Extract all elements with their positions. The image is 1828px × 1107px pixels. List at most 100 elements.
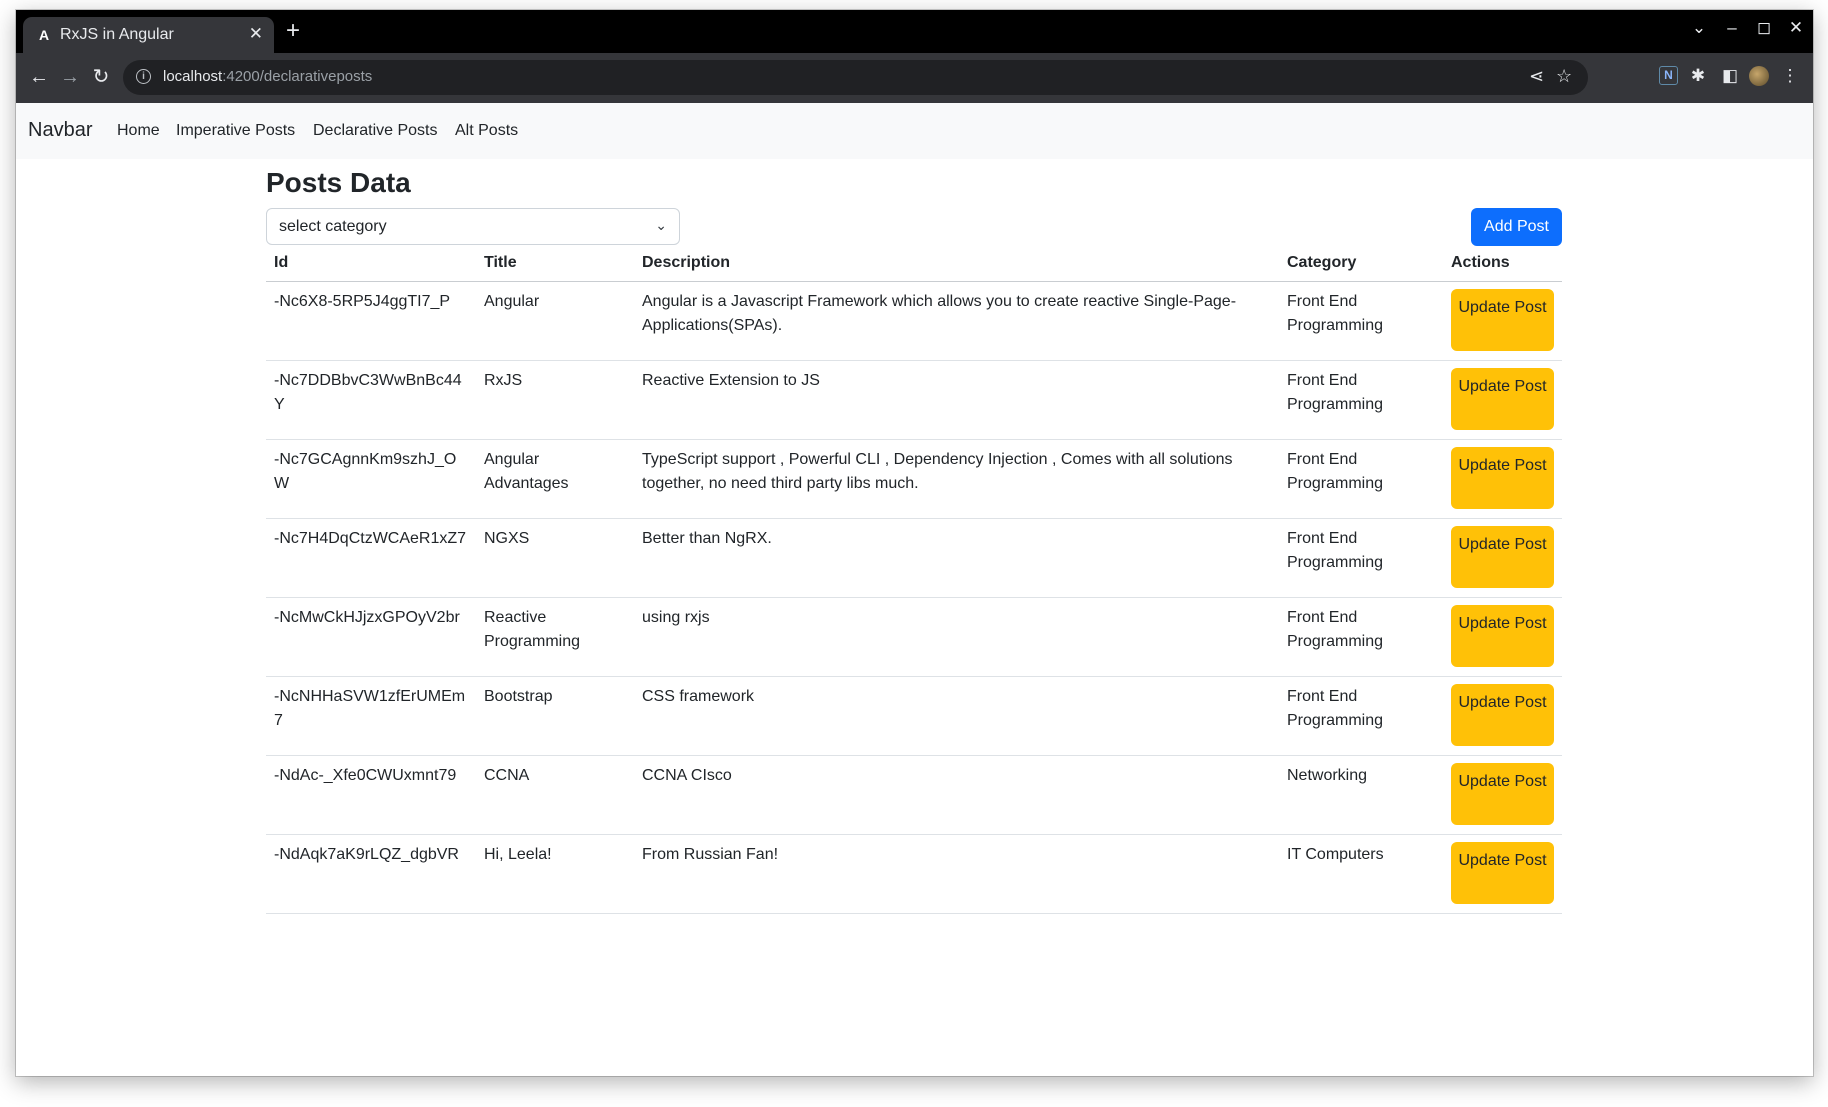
nav-link-home[interactable]: Home: [117, 122, 160, 140]
post-title: RxJS: [476, 360, 634, 440]
posts-table: Id Title Description Category Actions -N…: [266, 246, 1562, 914]
post-description: using rxjs: [634, 597, 1279, 677]
tab-strip: A RxJS in Angular ✕ + ⌄ – ◻ ✕: [16, 10, 1813, 53]
web-page: Navbar Home Imperative Posts Declarative…: [16, 103, 1813, 1076]
post-description: Better than NgRX.: [634, 518, 1279, 598]
actions-cell: Update Post: [1443, 360, 1562, 440]
maximize-icon[interactable]: ◻: [1753, 18, 1775, 38]
post-category: Networking: [1279, 755, 1443, 835]
table-row: -NcNHHaSVW1zfErUMEm7 Bootstrap CSS frame…: [266, 676, 1562, 756]
tab-search-icon[interactable]: ⌄: [1688, 18, 1710, 38]
navbar-brand[interactable]: Navbar: [28, 119, 92, 142]
browser-window: A RxJS in Angular ✕ + ⌄ – ◻ ✕ ← → ↻ i lo…: [16, 10, 1813, 1076]
post-id: -Nc6X8-5RP5J4ggTI7_P: [266, 281, 476, 361]
post-title: Hi, Leela!: [476, 834, 634, 914]
post-id: -NcMwCkHJjzxGPOyV2br: [266, 597, 476, 677]
post-title: CCNA: [476, 755, 634, 835]
page-title: Posts Data: [266, 167, 411, 198]
table-row: -Nc7DDBbvC3WwBnBc44Y RxJS Reactive Exten…: [266, 360, 1562, 440]
post-description: Reactive Extension to JS: [634, 360, 1279, 440]
post-category: Front End Programming: [1279, 676, 1443, 756]
close-window-icon[interactable]: ✕: [1785, 18, 1807, 38]
post-description: CSS framework: [634, 676, 1279, 756]
actions-cell: Update Post: [1443, 281, 1562, 361]
reload-icon[interactable]: ↻: [88, 64, 114, 90]
new-tab-icon[interactable]: +: [278, 17, 308, 45]
column-header-id: Id: [266, 246, 476, 282]
post-category: Front End Programming: [1279, 360, 1443, 440]
post-category: Front End Programming: [1279, 439, 1443, 519]
update-post-button[interactable]: Update Post: [1451, 605, 1554, 667]
extensions-puzzle-icon[interactable]: ✱: [1687, 65, 1709, 87]
category-select[interactable]: select category ⌄: [266, 208, 680, 245]
post-title: Bootstrap: [476, 676, 634, 756]
update-post-button[interactable]: Update Post: [1451, 447, 1554, 509]
post-description: CCNA CIsco: [634, 755, 1279, 835]
share-icon[interactable]: ⋖: [1529, 66, 1544, 87]
table-row: -NdAqk7aK9rLQZ_dgbVR Hi, Leela! From Rus…: [266, 834, 1562, 914]
side-panel-icon[interactable]: ◧: [1719, 65, 1741, 87]
url-host: localhost: [163, 68, 223, 85]
nav-link-alt-posts[interactable]: Alt Posts: [455, 122, 518, 140]
actions-cell: Update Post: [1443, 518, 1562, 598]
profile-avatar-icon[interactable]: [1749, 66, 1769, 86]
angular-favicon-icon: A: [38, 27, 50, 43]
tab-close-icon[interactable]: ✕: [249, 24, 263, 44]
post-description: TypeScript support , Powerful CLI , Depe…: [634, 439, 1279, 519]
nav-link-declarative-posts[interactable]: Declarative Posts: [313, 122, 438, 140]
update-post-button[interactable]: Update Post: [1451, 842, 1554, 904]
back-icon[interactable]: ←: [26, 64, 52, 90]
post-title: Angular: [476, 281, 634, 361]
post-category: IT Computers: [1279, 834, 1443, 914]
update-post-button[interactable]: Update Post: [1451, 368, 1554, 430]
post-id: -Nc7DDBbvC3WwBnBc44Y: [266, 360, 476, 440]
chevron-down-icon: ⌄: [655, 217, 667, 233]
url-path: :4200/declarativeposts: [222, 68, 373, 85]
table-row: -Nc7GCAgnnKm9szhJ_OW Angular Advantages …: [266, 439, 1562, 519]
post-category: Front End Programming: [1279, 597, 1443, 677]
column-header-description: Description: [634, 246, 1279, 282]
site-info-icon[interactable]: i: [136, 69, 151, 84]
table-header-row: Id Title Description Category Actions: [266, 246, 1562, 282]
nav-link-imperative-posts[interactable]: Imperative Posts: [176, 122, 295, 140]
browser-tab[interactable]: A RxJS in Angular ✕: [23, 17, 274, 53]
post-id: -Nc7GCAgnnKm9szhJ_OW: [266, 439, 476, 519]
post-description: Angular is a Javascript Framework which …: [634, 281, 1279, 361]
post-category: Front End Programming: [1279, 281, 1443, 361]
table-row: -NcMwCkHJjzxGPOyV2br Reactive Programmin…: [266, 597, 1562, 677]
minimize-icon[interactable]: –: [1721, 18, 1743, 38]
update-post-button[interactable]: Update Post: [1451, 289, 1554, 351]
url-text: localhost:4200/declarativeposts: [163, 68, 372, 85]
browser-toolbar: ← → ↻ i localhost:4200/declarativeposts …: [16, 53, 1813, 103]
table-row: -Nc6X8-5RP5J4ggTI7_P Angular Angular is …: [266, 281, 1562, 361]
actions-cell: Update Post: [1443, 597, 1562, 677]
add-post-button[interactable]: Add Post: [1471, 208, 1562, 246]
post-id: -NdAc-_Xfe0CWUxmnt79: [266, 755, 476, 835]
column-header-title: Title: [476, 246, 634, 282]
table-row: -NdAc-_Xfe0CWUxmnt79 CCNA CCNA CIsco Net…: [266, 755, 1562, 835]
post-id: -NdAqk7aK9rLQZ_dgbVR: [266, 834, 476, 914]
update-post-button[interactable]: Update Post: [1451, 763, 1554, 825]
table-row: -Nc7H4DqCtzWCAeR1xZ7 NGXS Better than Ng…: [266, 518, 1562, 598]
top-navbar: Navbar Home Imperative Posts Declarative…: [16, 103, 1813, 159]
post-id: -NcNHHaSVW1zfErUMEm7: [266, 676, 476, 756]
post-title: Angular Advantages: [476, 439, 634, 519]
post-category: Front End Programming: [1279, 518, 1443, 598]
bookmark-star-icon[interactable]: ☆: [1556, 66, 1572, 87]
column-header-category: Category: [1279, 246, 1443, 282]
post-title: Reactive Programming: [476, 597, 634, 677]
post-description: From Russian Fan!: [634, 834, 1279, 914]
tab-title: RxJS in Angular: [60, 26, 174, 43]
address-bar[interactable]: i localhost:4200/declarativeposts ⋖ ☆: [123, 60, 1588, 95]
actions-cell: Update Post: [1443, 439, 1562, 519]
menu-kebab-icon[interactable]: ⋮: [1779, 65, 1801, 87]
post-title: NGXS: [476, 518, 634, 598]
update-post-button[interactable]: Update Post: [1451, 526, 1554, 588]
actions-cell: Update Post: [1443, 676, 1562, 756]
update-post-button[interactable]: Update Post: [1451, 684, 1554, 746]
forward-icon[interactable]: →: [57, 64, 83, 90]
actions-cell: Update Post: [1443, 834, 1562, 914]
column-header-actions: Actions: [1443, 246, 1562, 282]
post-id: -Nc7H4DqCtzWCAeR1xZ7: [266, 518, 476, 598]
extension-n-icon[interactable]: N: [1659, 66, 1678, 85]
